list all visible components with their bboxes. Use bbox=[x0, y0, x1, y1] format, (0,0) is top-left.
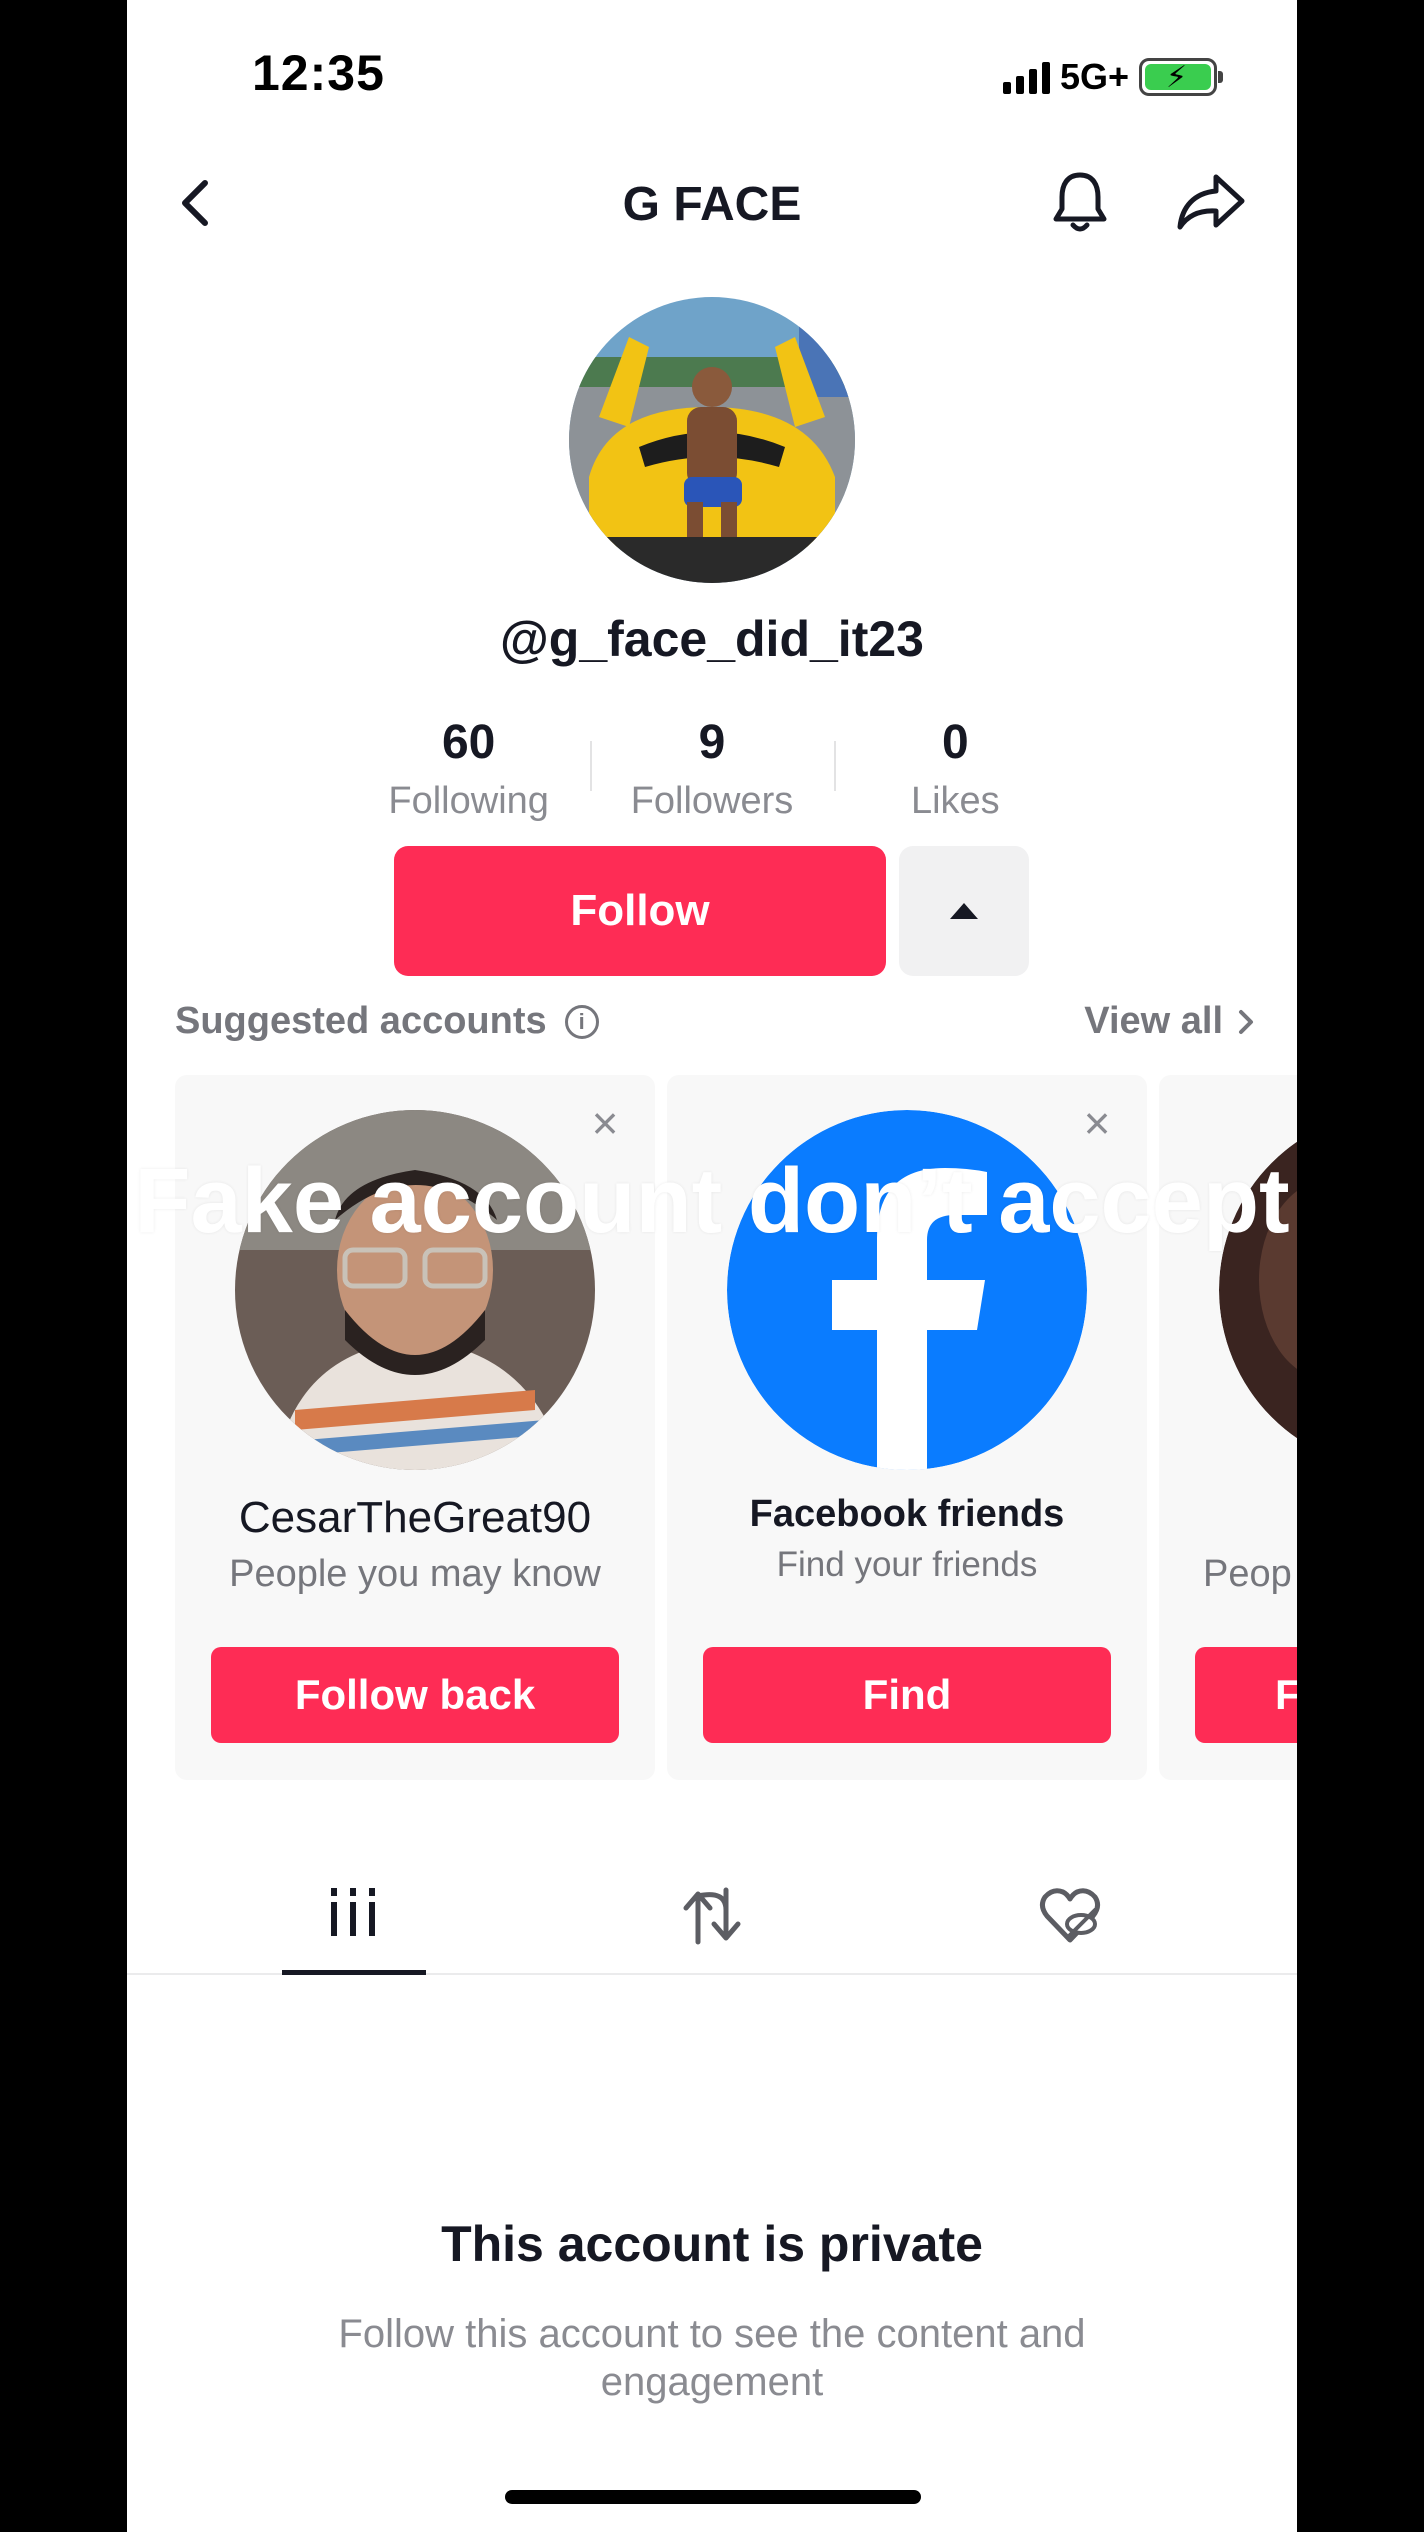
network-label: 5G+ bbox=[1059, 56, 1129, 97]
chevron-right-icon bbox=[1239, 1009, 1253, 1034]
profile-username: @g_face_did_it23 bbox=[500, 611, 924, 667]
suggested-subtitle: Peop bbox=[1203, 1553, 1292, 1595]
suggested-avatar[interactable] bbox=[235, 1110, 595, 1470]
avatar-photo-person-icon bbox=[235, 1110, 595, 1470]
caret-up-icon bbox=[950, 903, 978, 919]
info-icon[interactable]: i bbox=[564, 1004, 599, 1039]
tab-reposts[interactable] bbox=[612, 1860, 812, 1975]
stat-label: Followers bbox=[630, 780, 794, 822]
profile-avatar[interactable] bbox=[569, 297, 855, 583]
suggested-card[interactable]: × Facebook friends Find your friends Fin… bbox=[667, 1075, 1147, 1780]
find-button[interactable]: Find bbox=[703, 1647, 1111, 1743]
right-letterbox bbox=[1297, 0, 1424, 2532]
private-account-title: This account is private bbox=[441, 2216, 983, 2272]
suggested-card[interactable]: × CesarTheGreat90 People you may know Fo… bbox=[175, 1075, 655, 1780]
videos-grid-icon bbox=[331, 1888, 375, 1936]
suggested-card[interactable]: Peop F bbox=[1159, 1075, 1297, 1780]
status-indicators: 5G+ ⚡ bbox=[1002, 56, 1223, 98]
follow-back-button[interactable]: Follow back bbox=[211, 1647, 619, 1743]
close-icon[interactable]: × bbox=[585, 1100, 625, 1146]
stat-following[interactable]: 60 Following bbox=[347, 715, 590, 825]
close-icon[interactable]: × bbox=[1077, 1100, 1117, 1146]
share-button[interactable] bbox=[1172, 167, 1252, 237]
left-letterbox bbox=[0, 0, 127, 2532]
battery-icon: ⚡ bbox=[1139, 58, 1223, 96]
stat-label: Following bbox=[388, 780, 549, 822]
suggested-name: CesarTheGreat90 bbox=[238, 1493, 592, 1542]
active-tab-indicator bbox=[282, 1970, 426, 1975]
tab-liked[interactable] bbox=[970, 1860, 1170, 1975]
private-account-description: Follow this account to see the content a… bbox=[338, 2312, 1086, 2404]
suggested-accounts-title-row: Suggested accounts i bbox=[175, 1000, 599, 1043]
profile-tabs bbox=[127, 1860, 1297, 1975]
follow-button[interactable]: F bbox=[1195, 1647, 1297, 1743]
stat-value: 9 bbox=[698, 716, 726, 769]
stat-label: Likes bbox=[910, 780, 1000, 822]
suggested-accounts-title: Suggested accounts bbox=[175, 1000, 547, 1042]
phone-screen: 12:35 5G+ ⚡ G FACE @g_face_did_it23 60 F… bbox=[127, 0, 1297, 2532]
suggestions-toggle-button[interactable] bbox=[899, 846, 1029, 976]
view-all-link[interactable]: View all bbox=[1084, 1000, 1255, 1043]
view-all-label: View all bbox=[1084, 1000, 1223, 1042]
signal-icon bbox=[1002, 60, 1050, 94]
suggested-avatar[interactable] bbox=[1219, 1110, 1297, 1470]
repost-icon bbox=[683, 1887, 741, 1945]
avatar-photo-person-icon bbox=[1219, 1141, 1297, 1439]
profile-stats: 60 Following 9 Followers 0 Likes bbox=[347, 715, 1077, 825]
stat-value: 60 bbox=[441, 716, 496, 769]
notification-button[interactable] bbox=[1045, 167, 1115, 237]
home-indicator[interactable] bbox=[505, 2490, 921, 2504]
status-time: 12:35 bbox=[252, 45, 385, 101]
follow-button[interactable]: Follow bbox=[394, 846, 886, 976]
page-title: G FACE bbox=[622, 178, 802, 231]
tab-videos[interactable] bbox=[253, 1860, 453, 1975]
facebook-logo-icon bbox=[727, 1110, 1087, 1470]
stat-followers[interactable]: 9 Followers bbox=[590, 715, 833, 825]
stat-value: 0 bbox=[941, 716, 969, 769]
suggested-subtitle: People you may know bbox=[229, 1553, 601, 1595]
liked-hidden-icon bbox=[1039, 1888, 1101, 1943]
profile-header: G FACE bbox=[127, 165, 1297, 245]
bell-icon bbox=[1053, 172, 1107, 232]
facebook-avatar[interactable] bbox=[727, 1110, 1087, 1470]
suggested-name: Facebook friends bbox=[749, 1493, 1065, 1535]
stat-likes[interactable]: 0 Likes bbox=[833, 715, 1077, 825]
avatar-photo-car-icon bbox=[569, 297, 855, 583]
share-arrow-icon bbox=[1177, 174, 1245, 230]
suggested-subtitle: Find your friends bbox=[776, 1545, 1038, 1584]
suggested-accounts-header: Suggested accounts i View all bbox=[175, 1000, 1255, 1050]
